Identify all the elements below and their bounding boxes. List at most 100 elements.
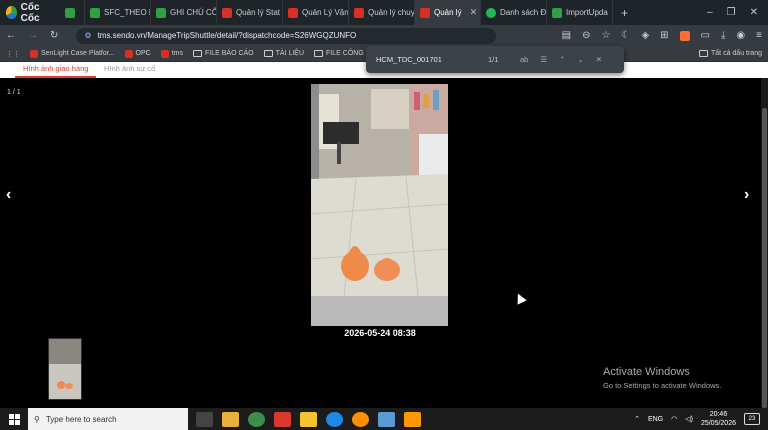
windows-taskbar: ⚲ Type here to search ⌃ ENG ◠ ◁) 20:46 2… [0, 408, 768, 430]
network-icon[interactable]: ◠ [671, 415, 677, 423]
wps-icon[interactable] [274, 411, 291, 427]
star-icon[interactable]: ☆ [602, 30, 611, 41]
address-bar: ← → ↻ ⚙ tms.sendo.vn/ManageTripShuttle/d… [0, 25, 768, 46]
zoom-icon[interactable]: ⊖ [582, 30, 590, 41]
taskbar-clock[interactable]: 20:46 25/05/2026 [701, 410, 736, 428]
scrollbar-thumb[interactable] [762, 108, 767, 408]
start-button[interactable] [0, 408, 28, 430]
clock-date: 25/05/2026 [700, 420, 736, 427]
sendo-icon [160, 49, 169, 58]
zalo-icon[interactable] [326, 411, 343, 427]
windows-logo-icon [8, 413, 20, 425]
whole-word-icon[interactable]: ☰ [540, 55, 547, 64]
sheet-icon [90, 7, 100, 18]
url-field[interactable]: ⚙ tms.sendo.vn/ManageTripShuttle/detail/… [76, 27, 497, 44]
list-icon [486, 7, 496, 18]
watermark-subtitle: Go to Settings to activate Windows. [603, 381, 722, 390]
screen: Cốc Cốc SFC_THEO D GHI CHÚ CÔ Quản lý St… [0, 0, 768, 430]
notifications-icon[interactable]: 23 [744, 413, 760, 425]
previous-image-button[interactable]: ‹ [6, 186, 11, 204]
sendo-icon [288, 7, 298, 18]
pinned-apps [188, 411, 421, 427]
coccoc-logo-icon [6, 6, 17, 19]
tab-1[interactable]: SFC_THEO D [85, 0, 151, 25]
taskbar-search[interactable]: ⚲ Type here to search [28, 408, 188, 430]
tab-0[interactable] [60, 0, 85, 25]
extension-orange-icon[interactable] [679, 30, 690, 41]
delivery-photo-drawing [311, 84, 448, 326]
menu-icon[interactable]: ≡ [756, 30, 762, 41]
tab-5[interactable]: Quản lý chuy [349, 0, 415, 25]
search-icon: ⚲ [34, 414, 40, 424]
tab-8[interactable]: ImportUpda [547, 0, 613, 25]
vertical-scrollbar[interactable] [761, 78, 768, 408]
tray-chevron-icon[interactable]: ⌃ [634, 415, 640, 423]
clock-time: 20:46 [709, 411, 728, 418]
file-explorer-icon[interactable] [222, 411, 239, 427]
new-tab-button[interactable]: + [613, 6, 636, 20]
sidebar-icon[interactable]: ▭ [701, 30, 710, 41]
mouse-cursor-icon [513, 291, 527, 305]
reload-icon[interactable]: ↻ [50, 30, 58, 41]
find-input[interactable]: HCM_TDC_001701 [376, 55, 476, 64]
all-bookmarks[interactable]: Tất cả dấu trang [699, 50, 762, 57]
minimize-icon[interactable]: – [707, 7, 713, 18]
sheet-icon [552, 7, 562, 18]
tab-7[interactable]: Danh sách Đ [481, 0, 547, 25]
close-find-icon[interactable]: ✕ [596, 55, 602, 64]
bookmark-tai-lieu[interactable]: TÀI LIỆU [263, 50, 304, 57]
find-previous-icon[interactable]: ⌃ [559, 55, 565, 64]
tab-4[interactable]: Quản Lý Vận [283, 0, 349, 25]
next-image-button[interactable]: › [744, 186, 749, 204]
bookmark-senlight[interactable]: SenLight Case Platfor... [30, 49, 115, 58]
volume-icon[interactable]: ◁) [685, 415, 693, 423]
extensions-icon[interactable]: ⊞ [660, 30, 668, 41]
back-icon[interactable]: ← [6, 30, 16, 41]
find-bar: HCM_TDC_001701 1/1 ab ☰ ⌃ ⌄ ✕ [366, 46, 624, 73]
coccoc-icon[interactable] [248, 411, 265, 427]
apps-icon[interactable]: ⋮⋮ [6, 50, 20, 58]
app-fire-icon[interactable] [404, 411, 421, 427]
reader-icon[interactable]: ▤ [562, 30, 571, 41]
watermark-title: Activate Windows [603, 366, 690, 378]
forward-icon[interactable]: → [28, 30, 38, 41]
tab-3[interactable]: Quản lý Stat [217, 0, 283, 25]
tab-6-active[interactable]: Quản lý ✕ [415, 0, 481, 25]
match-case-icon[interactable]: ab [520, 55, 528, 64]
tab-2[interactable]: GHI CHÚ CÔ [151, 0, 217, 25]
close-tab-icon[interactable]: ✕ [470, 7, 478, 18]
language-icon[interactable]: ENG [648, 416, 663, 423]
sheet-icon [65, 7, 75, 18]
sticky-notes-icon[interactable] [300, 411, 317, 427]
close-window-icon[interactable]: ✕ [750, 7, 758, 18]
photo-thumbnail[interactable] [48, 338, 82, 400]
tab-strip: Cốc Cốc SFC_THEO D GHI CHÚ CÔ Quản lý St… [0, 0, 768, 25]
download-icon[interactable]: ⤓ [721, 30, 725, 41]
sendo-icon [354, 7, 364, 18]
site-info-icon[interactable]: ⚙ [84, 31, 91, 40]
profile-icon[interactable]: ◉ [736, 30, 745, 41]
task-view-icon[interactable] [196, 411, 213, 427]
maximize-icon[interactable]: ❐ [727, 7, 736, 18]
app-blue-icon[interactable] [378, 411, 395, 427]
bookmark-opc[interactable]: OPC [124, 49, 151, 58]
folder-icon [193, 50, 202, 57]
activation-watermark: Activate Windows Go to Settings to activ… [603, 366, 721, 390]
url-text: tms.sendo.vn/ManageTripShuttle/detail/?d… [97, 31, 357, 40]
shield-icon[interactable]: ◈ [641, 30, 649, 41]
app-orange-icon[interactable] [352, 411, 369, 427]
find-next-icon[interactable]: ⌄ [577, 55, 583, 64]
sendo-icon [420, 7, 430, 18]
bookmark-file-bao-cao[interactable]: FILE BÁO CÁO [193, 50, 254, 57]
folder-icon [699, 50, 709, 57]
bookmark-tms[interactable]: tms [160, 49, 183, 58]
dark-mode-icon[interactable]: ☾ [621, 30, 630, 41]
tab-incident-images[interactable]: Hình ảnh sự cố [96, 62, 163, 78]
page-content: Hình ảnh giao hàng Hình ảnh sự cố 1 / 1 … [0, 62, 768, 408]
tab-delivery-images[interactable]: Hình ảnh giao hàng [15, 62, 97, 78]
folder-icon [263, 50, 273, 57]
sendo-icon [222, 7, 232, 18]
sheet-icon [156, 7, 166, 18]
image-counter: 1 / 1 [7, 89, 21, 96]
browser-brand[interactable]: Cốc Cốc [0, 2, 60, 24]
